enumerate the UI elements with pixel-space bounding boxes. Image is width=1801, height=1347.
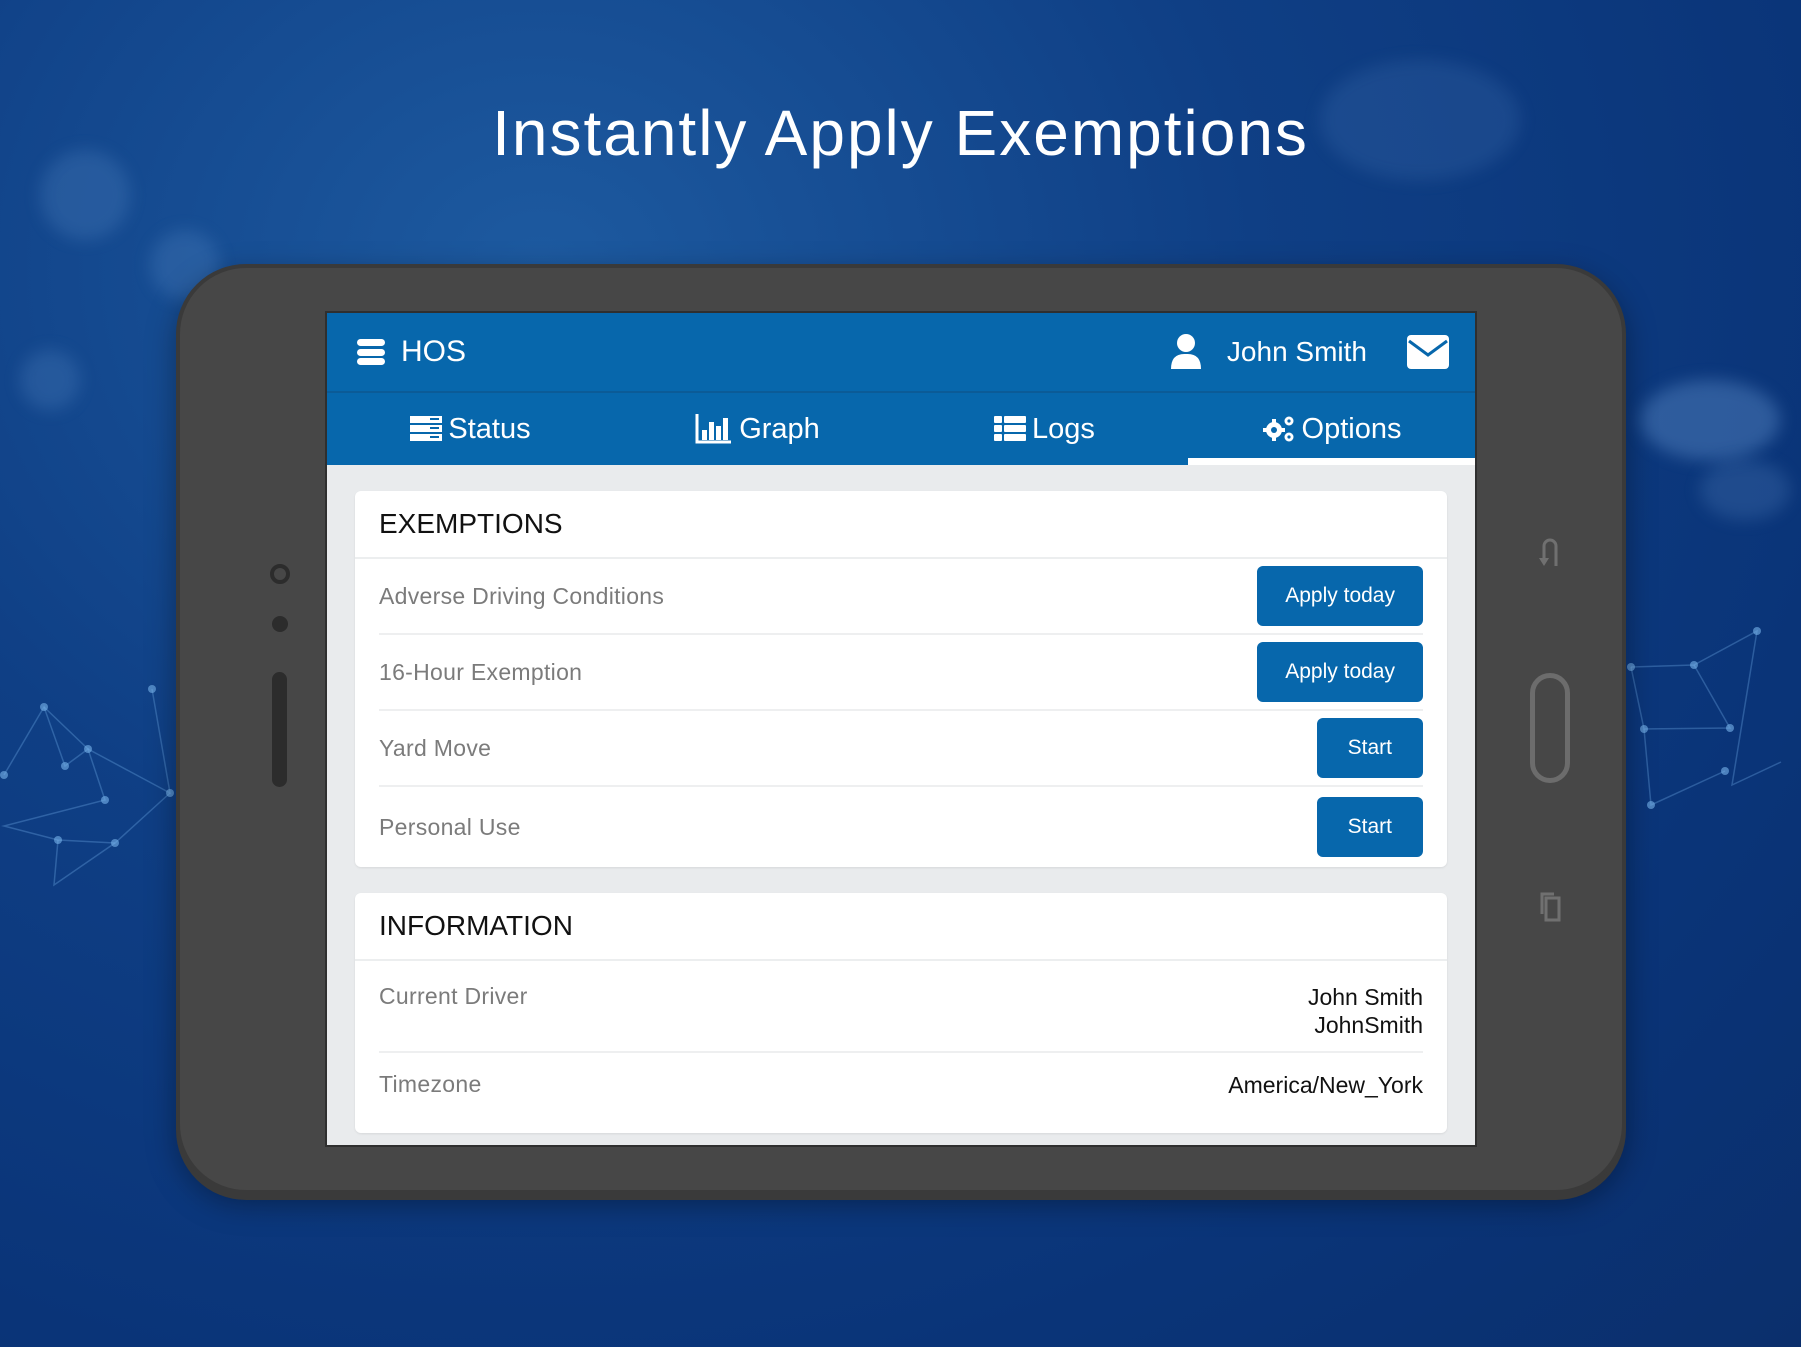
exemption-label: 16-Hour Exemption <box>379 658 583 685</box>
exemption-label: Yard Move <box>379 734 492 761</box>
tab-status-label: Status <box>448 412 531 445</box>
exemptions-title: EXEMPTIONS <box>355 491 1447 559</box>
tab-options[interactable]: Options <box>1188 393 1475 465</box>
envelope-icon[interactable] <box>1407 335 1449 369</box>
bar-chart-icon <box>695 414 732 444</box>
information-card: INFORMATION Current Driver John Smith Jo… <box>355 893 1447 1133</box>
server-list-icon <box>410 416 443 441</box>
driver-name: John Smith <box>1307 984 1423 1010</box>
tab-logs-label: Logs <box>1032 412 1095 445</box>
back-icon[interactable] <box>1536 536 1566 572</box>
tab-graph[interactable]: Graph <box>614 393 901 465</box>
recent-apps-icon[interactable] <box>1536 888 1566 924</box>
user-icon[interactable] <box>1169 333 1203 371</box>
promo-headline: Instantly Apply Exemptions <box>492 97 1309 169</box>
tab-graph-label: Graph <box>739 412 820 445</box>
info-label: Timezone <box>379 1071 482 1097</box>
exemptions-card: EXEMPTIONS Adverse Driving Conditions Ap… <box>355 491 1447 867</box>
home-button[interactable] <box>1530 673 1570 783</box>
hamburger-menu-icon[interactable] <box>357 339 385 365</box>
exemption-row: Adverse Driving Conditions Apply today <box>379 559 1423 635</box>
gears-icon <box>1262 416 1294 442</box>
exemption-row: Personal Use Start <box>379 787 1423 867</box>
apply-16-hour-button[interactable]: Apply today <box>1257 642 1423 702</box>
list-icon <box>994 416 1027 441</box>
timezone-value: America/New_York <box>1228 1072 1423 1098</box>
exemption-label: Adverse Driving Conditions <box>379 582 665 609</box>
app-screen: HOS John Smith Status Graph Logs Options… <box>325 311 1477 1147</box>
exemption-label: Personal Use <box>379 813 521 840</box>
tab-bar: Status Graph Logs Options <box>327 393 1475 465</box>
information-title: INFORMATION <box>355 893 1447 961</box>
info-row-current-driver: Current Driver John Smith JohnSmith <box>379 961 1423 1053</box>
tab-logs[interactable]: Logs <box>901 393 1188 465</box>
exemption-row: 16-Hour Exemption Apply today <box>379 635 1423 711</box>
tab-status[interactable]: Status <box>327 393 614 465</box>
start-yard-move-button[interactable]: Start <box>1316 718 1423 778</box>
tab-options-label: Options <box>1301 412 1402 445</box>
apply-adverse-driving-button[interactable]: Apply today <box>1257 566 1423 626</box>
user-name[interactable]: John Smith <box>1227 336 1367 368</box>
camera-ring-icon <box>270 564 290 584</box>
sensor-dot-icon <box>272 616 288 632</box>
exemption-row: Yard Move Start <box>379 711 1423 787</box>
driver-username: JohnSmith <box>1314 1012 1423 1038</box>
app-title: HOS <box>401 335 467 368</box>
info-row-timezone: Timezone America/New_York <box>379 1053 1423 1133</box>
start-personal-use-button[interactable]: Start <box>1316 797 1423 857</box>
app-header: HOS John Smith <box>327 313 1475 393</box>
speaker-slot <box>272 672 287 787</box>
info-label: Current Driver <box>379 983 528 1009</box>
